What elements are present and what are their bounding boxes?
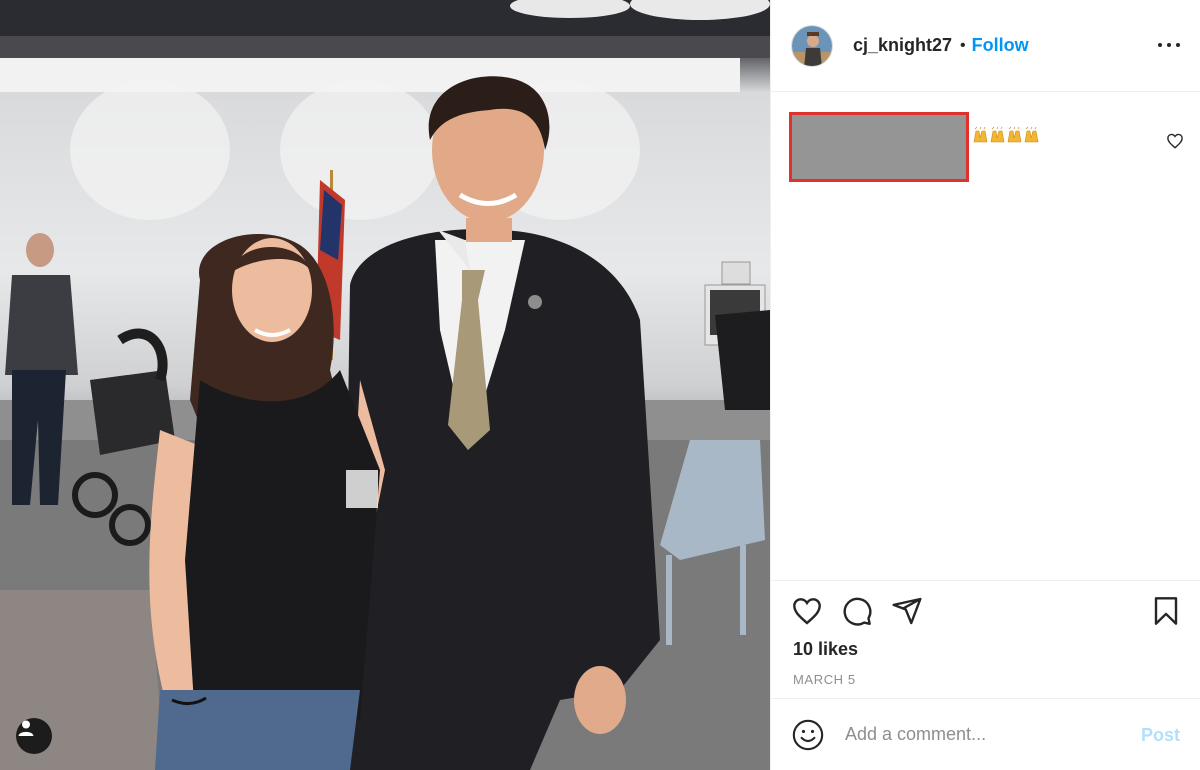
comment-input[interactable] bbox=[843, 723, 1127, 746]
separator-dot: • bbox=[960, 36, 966, 54]
heart-icon[interactable] bbox=[791, 595, 823, 627]
post-side-panel: cj_knight27 • Follow 10 likes MARCH 5 Ad… bbox=[770, 0, 1200, 770]
likes-count[interactable]: 10 likes bbox=[793, 639, 858, 660]
post-comment-button[interactable]: Post bbox=[1141, 725, 1180, 746]
bookmark-icon[interactable] bbox=[1150, 595, 1182, 627]
avatar[interactable] bbox=[791, 24, 833, 67]
user-tag-icon[interactable] bbox=[16, 718, 52, 754]
redacted-username bbox=[789, 112, 969, 182]
share-icon[interactable] bbox=[891, 595, 923, 627]
comment-icon[interactable] bbox=[841, 595, 873, 627]
raised-hands-emoji bbox=[973, 126, 1039, 143]
caption-like-icon[interactable] bbox=[1166, 132, 1184, 150]
post-header: cj_knight27 • Follow bbox=[771, 0, 1200, 92]
username[interactable]: cj_knight27 bbox=[853, 35, 952, 56]
caption-area bbox=[771, 92, 1200, 580]
comment-bar: Post bbox=[771, 698, 1200, 770]
post-photo[interactable] bbox=[0, 0, 770, 770]
photo-illustration bbox=[0, 0, 770, 770]
post-actions: 10 likes MARCH 5 bbox=[771, 580, 1200, 698]
smiley-icon[interactable] bbox=[791, 718, 825, 752]
follow-button[interactable]: Follow bbox=[972, 35, 1029, 56]
caption-emoji bbox=[973, 126, 1043, 146]
post-date: MARCH 5 bbox=[793, 672, 856, 687]
more-options-icon[interactable] bbox=[1158, 38, 1180, 52]
